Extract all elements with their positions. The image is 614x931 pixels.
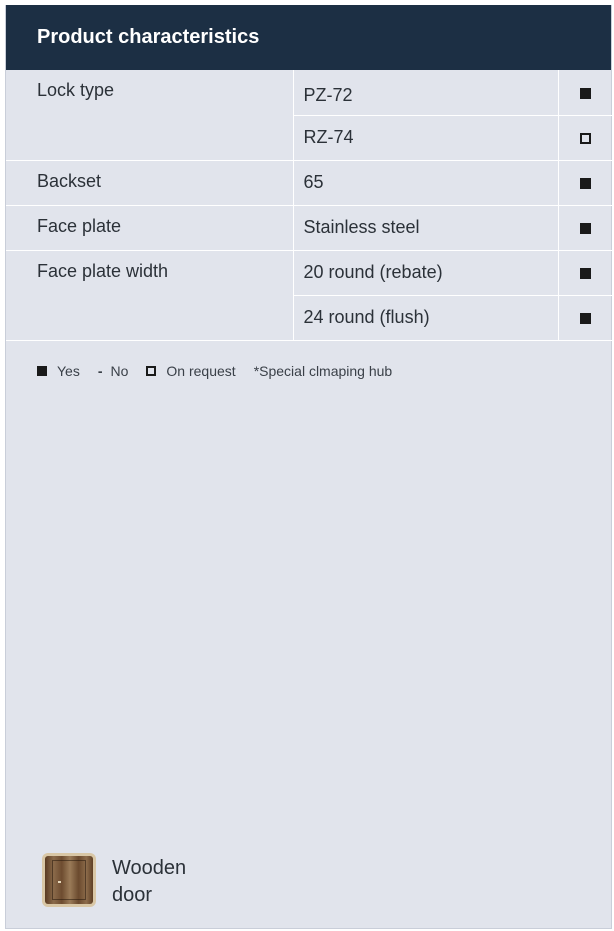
yes-icon bbox=[579, 222, 591, 234]
availability-cell bbox=[557, 160, 612, 206]
yes-icon bbox=[579, 177, 591, 189]
row-label-lock-type: Lock type bbox=[6, 70, 293, 161]
product-card: Product characteristics Lock type PZ-72 … bbox=[5, 5, 612, 929]
yes-icon bbox=[579, 87, 591, 99]
legend-on-request-label: On request bbox=[166, 363, 236, 379]
row-value: RZ-74 bbox=[292, 115, 558, 161]
availability-cell bbox=[557, 250, 612, 296]
legend-yes: Yes bbox=[37, 363, 80, 379]
availability-cell bbox=[557, 205, 612, 251]
table-row: Backset 65 bbox=[6, 160, 612, 206]
legend: Yes - No On request *Special clmaping hu… bbox=[37, 363, 410, 379]
characteristics-table: Lock type PZ-72 RZ-74 Backset 65 Face pl… bbox=[6, 70, 612, 341]
availability-cell bbox=[557, 115, 612, 161]
row-label-face-plate-width: Face plate width bbox=[6, 250, 293, 341]
row-label-face-plate: Face plate bbox=[6, 205, 293, 251]
row-value: Stainless steel bbox=[292, 205, 558, 251]
no-icon: - bbox=[97, 363, 103, 379]
yes-icon bbox=[37, 366, 47, 376]
row-value: 24 round (flush) bbox=[292, 295, 558, 341]
on-request-icon bbox=[579, 132, 591, 144]
legend-special-label: *Special clmaping hub bbox=[253, 363, 393, 379]
section-title: Product characteristics bbox=[37, 26, 260, 48]
row-label-backset: Backset bbox=[6, 160, 293, 206]
section-header: Product characteristics bbox=[6, 5, 611, 70]
legend-on-request: On request bbox=[146, 363, 236, 379]
yes-icon bbox=[579, 312, 591, 324]
table-row: Face plate Stainless steel bbox=[6, 205, 612, 251]
on-request-icon bbox=[146, 366, 157, 376]
table-row: Face plate width 20 round (rebate) bbox=[6, 250, 612, 341]
table-row: Lock type PZ-72 bbox=[6, 70, 612, 161]
legend-no: - No bbox=[98, 363, 129, 379]
row-value: 65 bbox=[292, 160, 558, 206]
legend-no-label: No bbox=[110, 363, 129, 379]
availability-cell bbox=[557, 70, 612, 116]
door-type-label: Wooden door bbox=[112, 857, 187, 906]
yes-icon bbox=[579, 267, 591, 279]
availability-cell bbox=[557, 295, 612, 341]
door-type: Wooden door bbox=[42, 853, 222, 909]
wooden-door-icon bbox=[42, 853, 96, 907]
row-value: 20 round (rebate) bbox=[292, 250, 558, 296]
row-value: PZ-72 bbox=[292, 70, 558, 116]
legend-special: *Special clmaping hub bbox=[254, 363, 393, 379]
legend-yes-label: Yes bbox=[57, 363, 80, 379]
